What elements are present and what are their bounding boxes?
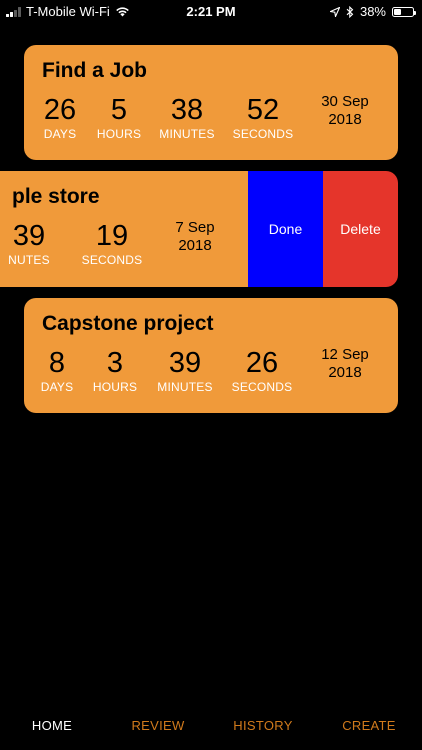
stat-label: MINUTES: [157, 380, 213, 394]
tab-history[interactable]: HISTORY: [218, 718, 308, 733]
date-year: 2018: [328, 111, 362, 128]
target-date: 30 Sep 2018: [305, 93, 385, 129]
stat-hours: 3 HOURS: [75, 348, 155, 394]
stat-minutes: 38 MINUTES: [147, 95, 227, 141]
battery-icon: [392, 6, 416, 17]
location-arrow-icon: [329, 6, 340, 17]
stat-label: MINUTES: [159, 127, 215, 141]
date-day-month: 7 Sep: [175, 219, 215, 236]
stat-value: 26: [245, 347, 279, 379]
delete-button[interactable]: Delete: [323, 171, 398, 287]
stat-seconds: 19 SECONDS: [72, 221, 152, 267]
countdown-card-find-a-job[interactable]: Find a Job 26 DAYS 5 HOURS 38 MINUTES 52…: [24, 45, 398, 160]
swipe-row: ple store 39 NUTES 19 SECONDS 7 Sep 2018…: [0, 171, 398, 287]
stat-label: SECONDS: [81, 253, 143, 267]
tab-home[interactable]: HOME: [7, 718, 97, 733]
stat-seconds: 26 SECONDS: [222, 348, 302, 394]
date-year: 2018: [178, 237, 212, 254]
card-title: Capstone project: [42, 312, 214, 335]
status-right: 38%: [329, 4, 416, 19]
stat-value: 19: [95, 220, 129, 252]
done-button[interactable]: Done: [248, 171, 323, 287]
stat-label: SECONDS: [232, 127, 294, 141]
card-title: Find a Job: [42, 59, 147, 82]
stat-label: HOURS: [92, 380, 138, 394]
target-date: 12 Sep 2018: [305, 346, 385, 382]
status-bar: T-Mobile Wi-Fi 2:21 PM 38%: [0, 0, 422, 22]
card-title: ple store: [12, 185, 100, 208]
tab-bar: HOME REVIEW HISTORY CREATE: [0, 700, 422, 750]
stat-label: SECONDS: [231, 380, 293, 394]
stat-value: 39: [168, 347, 202, 379]
date-year: 2018: [328, 364, 362, 381]
countdown-card-capstone-project[interactable]: Capstone project 8 DAYS 3 HOURS 39 MINUT…: [24, 298, 398, 413]
countdown-card-apple-store[interactable]: ple store 39 NUTES 19 SECONDS 7 Sep 2018: [0, 171, 260, 287]
tab-review[interactable]: REVIEW: [113, 718, 203, 733]
battery-percent: 38%: [359, 4, 386, 19]
stat-value: 3: [106, 347, 124, 379]
stat-minutes: 39 NUTES: [0, 221, 69, 267]
stat-value: 38: [170, 94, 204, 126]
bluetooth-icon: [346, 5, 354, 18]
date-day-month: 30 Sep: [321, 93, 369, 110]
date-day-month: 12 Sep: [321, 346, 369, 363]
target-date: 7 Sep 2018: [155, 219, 235, 255]
stat-seconds: 52 SECONDS: [223, 95, 303, 141]
stat-value: 39: [12, 220, 46, 252]
stat-minutes: 39 MINUTES: [145, 348, 225, 394]
stat-value: 52: [246, 94, 280, 126]
tab-create[interactable]: CREATE: [324, 718, 414, 733]
stat-label: NUTES: [8, 253, 50, 267]
